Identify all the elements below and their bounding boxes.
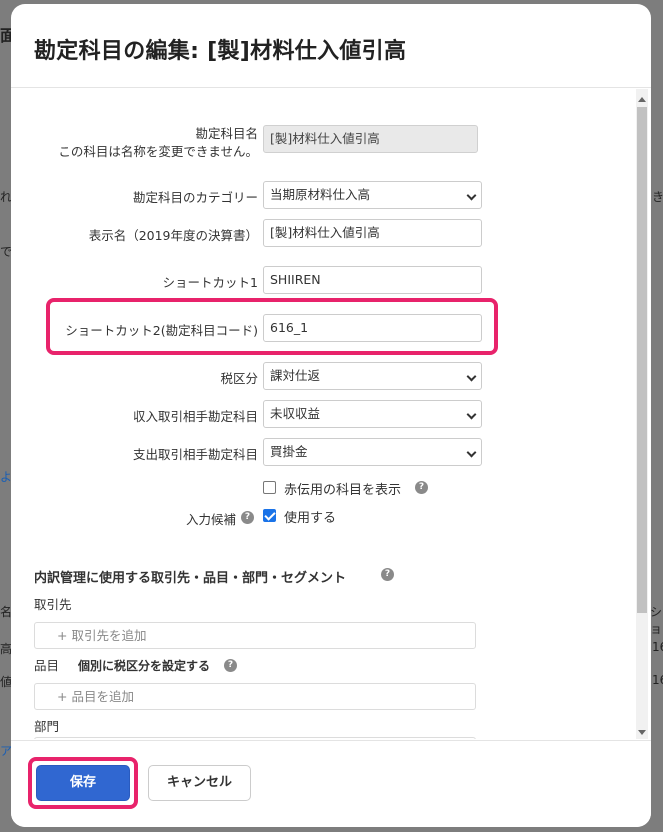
dialog-body: 勘定科目名 この科目は名称を変更できません。 [製]材料仕入値引高 勘定科目のカ… <box>11 89 651 739</box>
income-account-label: 収入取引相手勘定科目 <box>132 409 258 424</box>
item-label: 品目 <box>34 658 60 673</box>
breakdown-section-title: 内訳管理に使用する取引先・品目・部門・セグメント <box>34 571 347 586</box>
background-text: き <box>652 190 663 204</box>
dialog-header: 勘定科目の編集: [製]材料仕入値引高 <box>11 4 651 88</box>
account-name-label: 勘定科目名 <box>195 126 258 141</box>
category-select[interactable]: 当期原材料仕入高 <box>263 181 482 209</box>
shortcut2-input[interactable]: 616_1 <box>263 314 482 342</box>
red-slip-label: 赤伝用の科目を表示 <box>284 483 402 498</box>
save-button[interactable]: 保存 <box>36 765 130 801</box>
scroll-up-arrow-icon[interactable] <box>638 97 646 102</box>
background-text: ショ <box>650 605 663 636</box>
display-name-label: 表示名（2019年度の決算書） <box>88 228 258 243</box>
scroll-thumb[interactable] <box>637 107 647 613</box>
display-name-input[interactable]: [製]材料仕入値引高 <box>263 219 482 247</box>
add-partner-button[interactable]: + 取引先を追加 <box>34 622 476 649</box>
dialog-title: 勘定科目の編集: [製]材料仕入値引高 <box>34 39 407 64</box>
tax-value: 課対仕返 <box>270 368 321 383</box>
shortcut1-label: ショートカット1 <box>162 275 258 290</box>
department-label: 部門 <box>34 719 60 734</box>
category-value: 当期原材料仕入高 <box>270 187 371 202</box>
input-candidate-label: 入力候補 <box>185 512 236 527</box>
background-text: 16 <box>652 673 663 687</box>
edit-account-dialog: 勘定科目の編集: [製]材料仕入値引高 勘定科目名 この科目は名称を変更できませ… <box>11 4 651 827</box>
add-item-button[interactable]: + 品目を追加 <box>34 683 476 710</box>
chevron-down-icon <box>466 190 477 201</box>
chevron-down-icon <box>466 447 477 458</box>
chevron-down-icon <box>466 409 477 420</box>
dialog-scrollbar[interactable] <box>636 89 648 739</box>
partner-label: 取引先 <box>34 597 72 612</box>
income-account-value: 未収収益 <box>270 406 321 421</box>
help-icon[interactable]: ? <box>415 481 428 494</box>
help-icon[interactable]: ? <box>224 659 237 672</box>
cancel-button[interactable]: キャンセル <box>148 765 251 801</box>
add-department-button[interactable] <box>34 737 476 739</box>
chevron-down-icon <box>466 371 477 382</box>
shortcut1-input[interactable]: SHIIREN <box>263 266 482 294</box>
expense-account-select[interactable]: 買掛金 <box>263 438 482 466</box>
red-slip-checkbox[interactable] <box>263 481 276 494</box>
scroll-down-arrow-icon[interactable] <box>638 730 646 735</box>
item-tax-setting-label: 個別に税区分を設定する <box>78 659 211 673</box>
expense-account-value: 買掛金 <box>270 444 308 459</box>
use-checkbox[interactable] <box>263 509 276 522</box>
shortcut2-label: ショートカット2(勘定科目コード) <box>65 323 258 338</box>
tax-select[interactable]: 課対仕返 <box>263 362 482 390</box>
account-name-field: [製]材料仕入値引高 <box>263 125 478 153</box>
account-name-note: この科目は名称を変更できません。 <box>58 144 258 159</box>
dialog-footer: 保存 キャンセル <box>11 740 651 827</box>
income-account-select[interactable]: 未収収益 <box>263 400 482 428</box>
expense-account-label: 支出取引相手勘定科目 <box>132 447 258 462</box>
category-label: 勘定科目のカテゴリー <box>132 190 258 205</box>
help-icon[interactable]: ? <box>241 511 254 524</box>
background-text: 16 <box>652 640 663 654</box>
tax-label: 税区分 <box>220 371 258 386</box>
help-icon[interactable]: ? <box>381 568 394 581</box>
use-label: 使用する <box>284 511 337 526</box>
